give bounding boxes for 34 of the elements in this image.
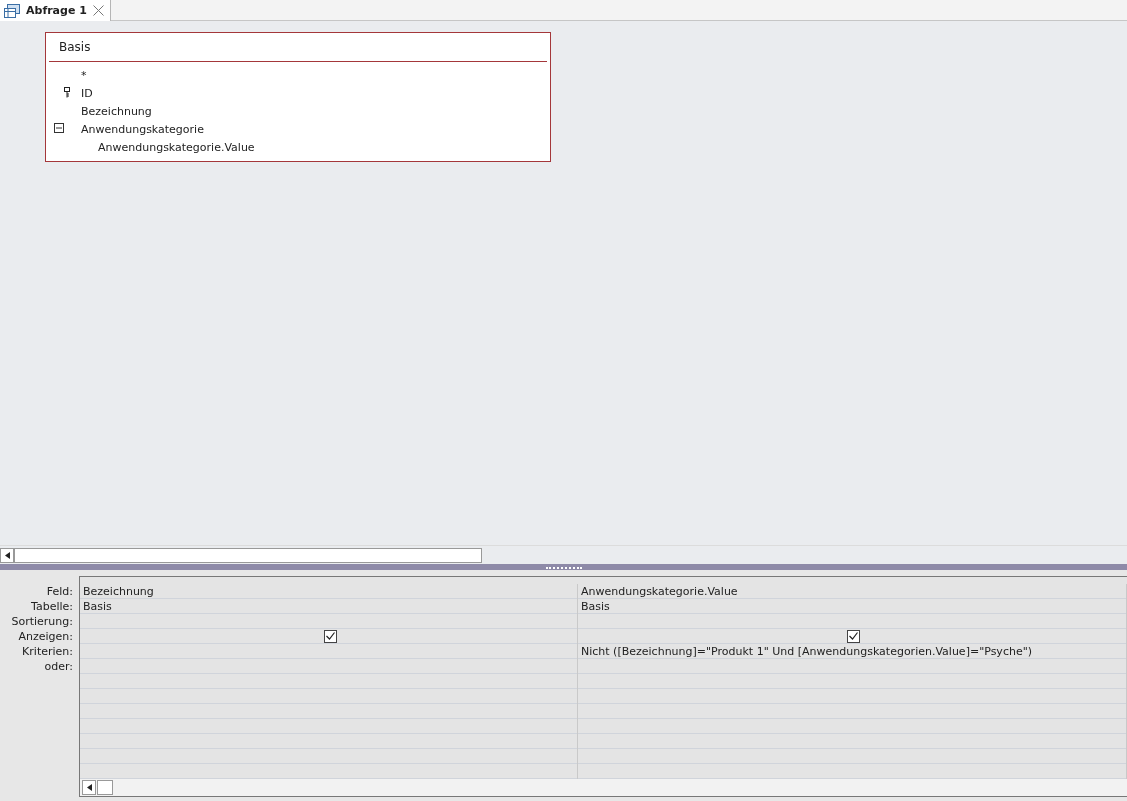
scroll-left-button[interactable]: [0, 547, 14, 563]
scroll-left-button[interactable]: [82, 780, 96, 795]
arrow-left-icon: [86, 784, 92, 791]
tab-title: Abfrage 1: [26, 4, 87, 17]
table-box[interactable]: Basis * ID Bezeichnung Anwendungskategorie Anwendungskategorie.Value: [45, 32, 551, 162]
close-icon[interactable]: [92, 5, 104, 16]
table-title: Basis: [49, 33, 547, 62]
field-cell[interactable]: Bezeichnung: [80, 584, 577, 599]
show-checkbox[interactable]: [847, 629, 860, 643]
row-label: Feld:: [45, 584, 74, 599]
scrollbar-thumb[interactable]: [14, 547, 482, 563]
query-icon: [4, 3, 20, 18]
arrow-left-icon: [4, 551, 10, 559]
row-label: Anzeigen:: [17, 629, 74, 644]
row-label: Sortierung:: [10, 614, 74, 629]
scrollbar-thumb[interactable]: [97, 780, 113, 795]
horizontal-scrollbar[interactable]: [0, 545, 1127, 565]
field-cell[interactable]: Anwendungskategorie.Value: [578, 584, 1126, 599]
table-cell[interactable]: Basis: [80, 599, 577, 614]
collapse-icon[interactable]: [54, 123, 64, 133]
row-label: oder:: [43, 659, 74, 674]
row-label: Kriterien:: [21, 644, 74, 659]
show-checkbox[interactable]: [323, 629, 337, 643]
key-icon: [64, 87, 70, 98]
field-name[interactable]: *: [81, 68, 87, 82]
field-name[interactable]: Bezeichnung: [81, 104, 152, 118]
grid-scrollbar[interactable]: [80, 779, 1127, 796]
criteria-cell[interactable]: Nicht ([Bezeichnung]="Produkt 1" Und [Anwendungskategorien.Value]="Psyche"): [578, 644, 1126, 659]
field-name[interactable]: ID: [81, 86, 93, 100]
field-name[interactable]: Anwendungskategorie: [81, 122, 204, 136]
field-name[interactable]: Anwendungskategorie.Value: [98, 140, 255, 154]
query-tab[interactable]: Abfrage 1: [0, 0, 111, 21]
row-label: Tabelle:: [30, 599, 74, 614]
table-cell[interactable]: Basis: [578, 599, 1126, 614]
